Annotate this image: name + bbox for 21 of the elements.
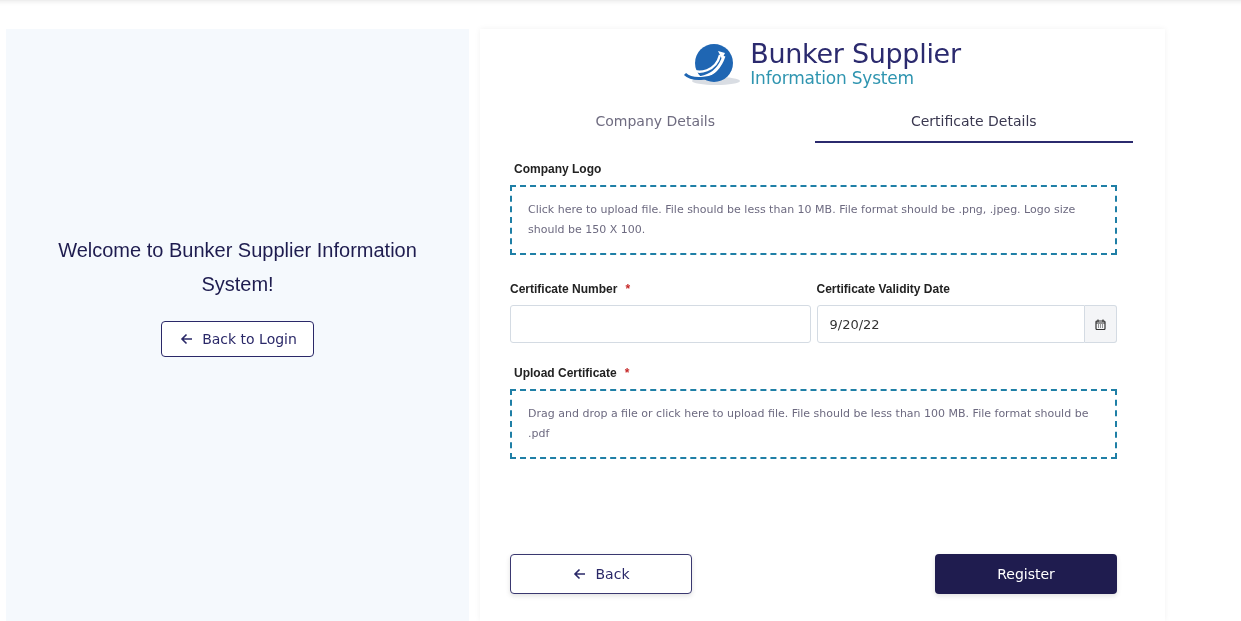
text-field[interactable] xyxy=(510,305,811,343)
date-field[interactable]: 9/20/22 xyxy=(816,305,1085,343)
tab[interactable]: Certificate Details xyxy=(814,105,1133,143)
field-label: Certificate Validity Date xyxy=(816,281,950,297)
arrow-left-icon xyxy=(572,568,586,580)
tab[interactable]: Company Details xyxy=(496,105,815,143)
welcome-heading: Welcome to Bunker Supplier Information System! xyxy=(57,238,418,297)
file-upload-area[interactable]: Click here to upload file. File should be less than 10 MB. File format should be .png, .jpeg. Logo size should be 150 X 100. xyxy=(510,185,1117,255)
required-asterisk: * xyxy=(624,365,630,381)
register-button[interactable]: Register xyxy=(935,554,1117,594)
required-asterisk: * xyxy=(625,281,631,297)
field-label: Company Logo xyxy=(514,161,602,177)
logo-subtitle: Information System xyxy=(750,68,914,88)
field-label: Upload Certificate xyxy=(514,365,617,381)
logo-title: Bunker Supplier xyxy=(750,40,961,68)
arrow-left-icon xyxy=(180,333,194,345)
calendar-icon[interactable] xyxy=(1095,318,1106,330)
field-label: Certificate Number xyxy=(510,281,618,297)
file-upload-area[interactable]: Drag and drop a file or click here to upload file. File should be less than 100 MB. File format should be .pdf xyxy=(510,389,1117,459)
back-to-login-button[interactable]: Back to Login xyxy=(161,321,314,357)
back-button[interactable]: Back xyxy=(510,554,692,594)
